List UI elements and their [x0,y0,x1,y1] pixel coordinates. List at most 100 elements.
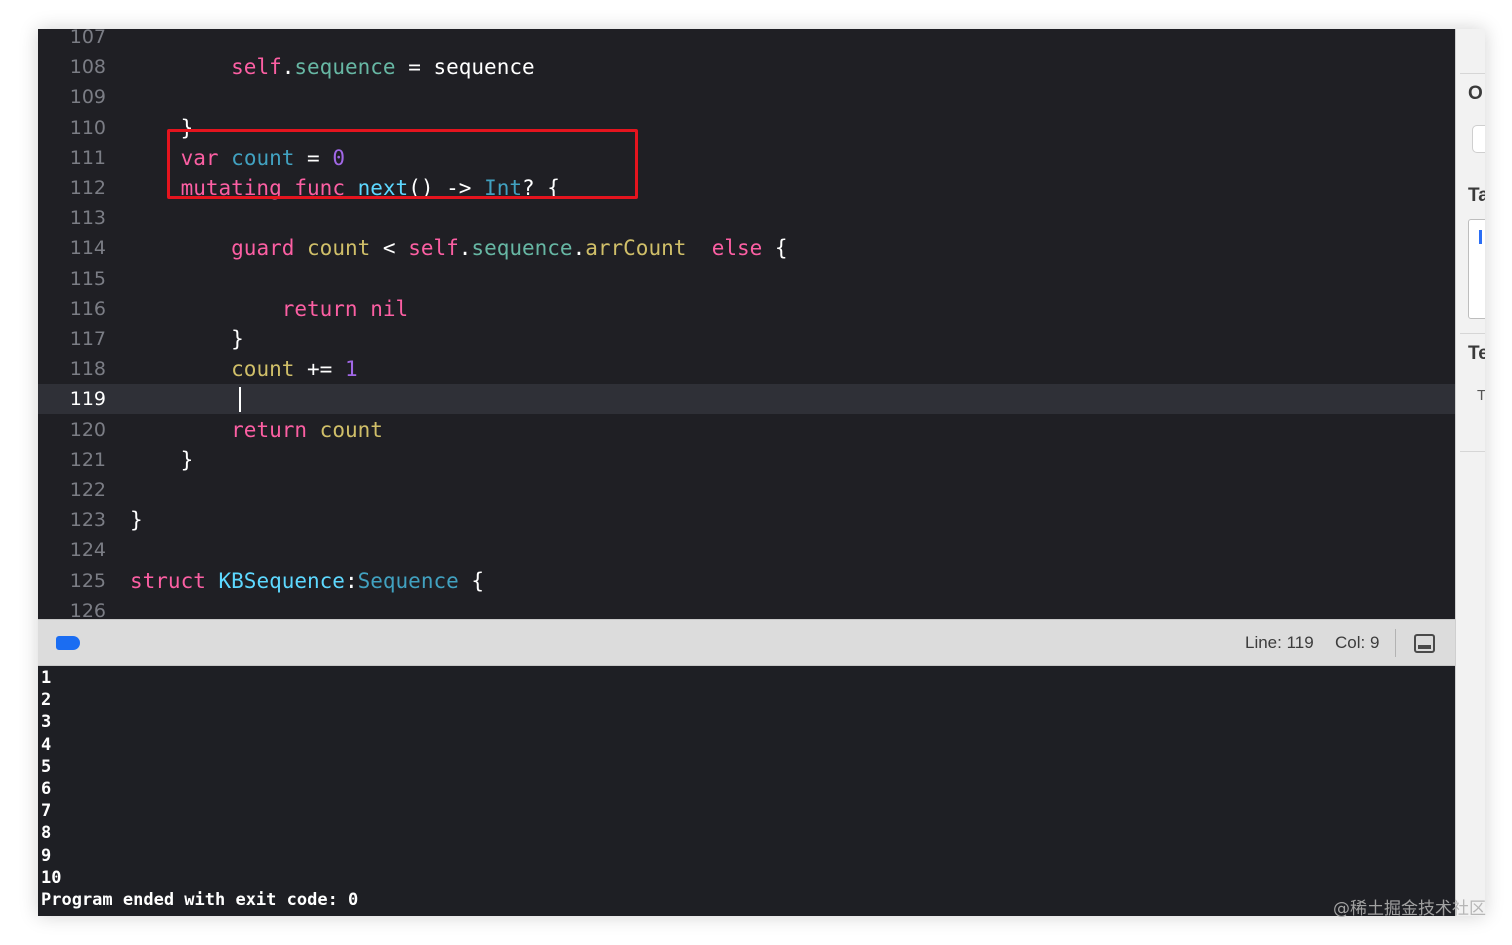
console-output-line: 1 [41,668,52,688]
code-token: count [307,236,371,261]
cursor-line-indicator: Line: 119 [1245,633,1314,652]
code-line[interactable]: 119 [38,384,1455,415]
code-line[interactable]: 122 [38,475,1455,505]
line-number: 107 [69,29,106,48]
code-line[interactable]: 116 return nil [38,294,1455,324]
console-output-line: 6 [41,779,52,800]
code-token: count [319,417,383,442]
code-line[interactable]: 113 [38,203,1455,233]
code-text: self.sequence = sequence [130,52,535,82]
console-output-line: 4 [41,734,52,755]
code-line[interactable]: 118 count += 1 [38,354,1455,384]
code-editor[interactable]: 107 108 self.sequence = sequence 109 110 } 1… [38,29,1455,619]
code-token: () -> [408,176,485,200]
code-token: arrCount [585,236,687,261]
status-divider [1395,629,1396,657]
inspector-divider [1460,451,1485,452]
run-status-indicator[interactable] [56,636,80,650]
code-token: } [130,447,194,472]
code-token: { [458,568,485,593]
code-text: guard count < self.sequence.arrCount els… [130,233,787,263]
inspector-section-label: Te [1468,343,1485,364]
toggle-console-button[interactable] [1414,634,1435,653]
console-output-line: 2 [41,690,52,711]
code-token: next [357,176,409,200]
line-number: 125 [69,569,106,592]
line-number: 115 [69,267,106,290]
line-number: 119 [69,388,106,411]
code-line[interactable]: 111 var count = 0 [38,143,1455,173]
code-line[interactable]: 121 } [38,445,1455,475]
code-token: . [281,55,295,80]
code-line[interactable]: 123} [38,505,1455,535]
code-line[interactable]: 124 [38,535,1455,565]
code-token: 0 [332,145,345,170]
code-token: = sequence [395,55,535,80]
code-token: func [294,176,345,200]
line-number: 120 [69,418,106,441]
code-line[interactable]: 115 [38,264,1455,294]
code-text: } [130,505,143,535]
code-token: nil [370,296,409,321]
line-number: 122 [69,479,106,501]
code-token: count [231,357,295,382]
line-number: 112 [69,177,106,199]
code-line[interactable]: 109 [38,82,1455,112]
code-text: } [130,113,194,143]
code-token: : [344,568,358,593]
cursor-column-indicator: Col: 9 [1335,633,1380,652]
code-text: } [130,445,194,475]
code-token: sequence [294,55,396,80]
code-line[interactable]: 112 mutating func next() -> Int? { [38,173,1455,203]
code-line[interactable]: 110 } [38,113,1455,143]
code-line[interactable]: 120 return count [38,415,1455,445]
code-token: mutating [180,176,282,200]
watermark: @稀土掘金技术社区 [1333,899,1486,919]
code-token: else [711,236,763,261]
code-token: } [130,115,194,140]
line-number: 118 [69,358,106,381]
code-token: 1 [344,357,358,382]
line-number: 110 [69,116,106,139]
debug-console[interactable]: 1 2 3 4 5 6 7 8 9 10 Program ended with exit code:… [38,666,1455,916]
code-token: struct [130,568,206,593]
inspector-search-field[interactable] [1472,125,1485,153]
code-line[interactable]: 108 self.sequence = sequence [38,52,1455,82]
code-text: } [130,324,244,354]
code-token: ? { [522,176,560,200]
code-text: return count [130,415,383,445]
code-line[interactable]: 117 } [38,324,1455,354]
code-line[interactable]: 114 guard count < self.sequence.arrCount… [38,233,1455,263]
code-token: . [458,236,472,261]
console-output-line: 3 [41,712,52,733]
code-token: Int [484,176,522,200]
code-line[interactable]: 107 [38,29,1455,52]
line-number: 116 [69,297,106,320]
code-token: } [130,508,143,533]
code-text: return nil [130,294,408,324]
line-number: 109 [69,86,106,109]
code-line[interactable]: 126 [38,596,1455,619]
code-line[interactable]: 125 struct KBSequence:Sequence { [38,566,1455,596]
xcode-window: 107 108 self.sequence = sequence 109 110 } 1… [38,29,1485,916]
line-number: 114 [69,237,106,260]
inspector-text-area[interactable] [1468,219,1485,319]
code-token: < [370,236,409,261]
console-output-line: 9 [41,845,52,866]
code-token: += [294,357,345,382]
inspector-divider [1460,333,1485,334]
console-output-line: 10 [41,867,62,888]
console-output-line: 7 [41,801,52,822]
code-token: = [294,145,333,170]
